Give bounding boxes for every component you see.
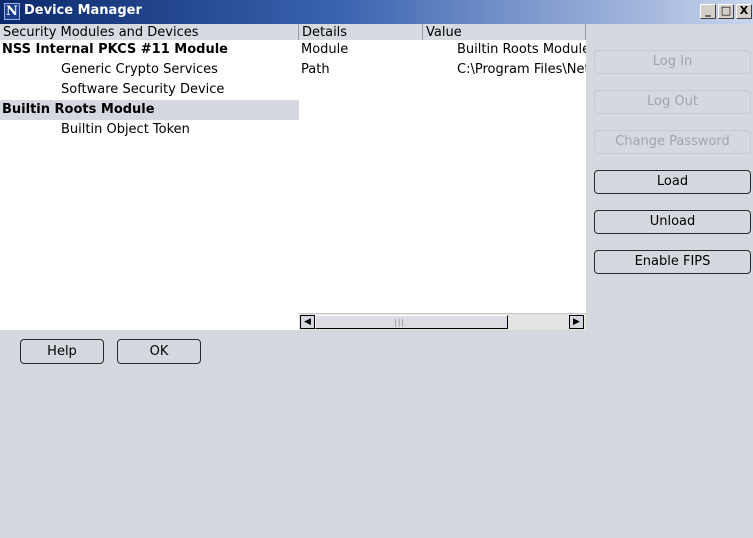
scrollbar-grip-icon: ||| [394,318,406,327]
help-button[interactable]: Help [20,339,104,364]
log-out-button[interactable]: Log Out [594,90,751,114]
tree-item-nss-internal-module[interactable]: NSS Internal PKCS #11 Module [0,40,299,60]
tree-item-generic-crypto-services[interactable]: Generic Crypto Services [0,60,299,80]
detail-value-path: C:\Program Files\Netscape [457,62,586,77]
scroll-left-arrow-icon[interactable]: ◀ [300,315,315,329]
detail-value-module: Builtin Roots Module [457,42,586,57]
title-bar[interactable]: N Device Manager _ □ X [0,0,753,24]
load-button[interactable]: Load [594,170,751,194]
netscape-app-icon: N [4,3,20,20]
detail-name-module: Module [301,42,349,57]
details-table: Module Builtin Roots Module Path C:\Prog… [299,40,586,330]
details-horizontal-scrollbar[interactable]: ◀ ||| ▶ [299,313,586,330]
device-manager-window: N Device Manager _ □ X Security Modules … [0,0,753,538]
log-in-button[interactable]: Log In [594,50,751,74]
minimize-button[interactable]: _ [700,4,716,19]
change-password-button[interactable]: Change Password [594,130,751,154]
unload-button[interactable]: Unload [594,210,751,234]
scrollbar-thumb[interactable]: ||| [315,315,508,329]
close-button[interactable]: X [736,4,752,19]
enable-fips-button[interactable]: Enable FIPS [594,250,751,274]
maximize-button[interactable]: □ [718,4,734,19]
tree-item-software-security-device[interactable]: Software Security Device [0,80,299,100]
scroll-right-arrow-icon[interactable]: ▶ [569,315,584,329]
tree-item-builtin-object-token[interactable]: Builtin Object Token [0,120,299,140]
window-title: Device Manager [24,3,142,18]
detail-name-path: Path [301,62,330,77]
modules-tree[interactable]: NSS Internal PKCS #11 Module Generic Cry… [0,40,299,330]
ok-button[interactable]: OK [117,339,201,364]
tree-item-builtin-roots-module[interactable]: Builtin Roots Module [0,100,299,120]
